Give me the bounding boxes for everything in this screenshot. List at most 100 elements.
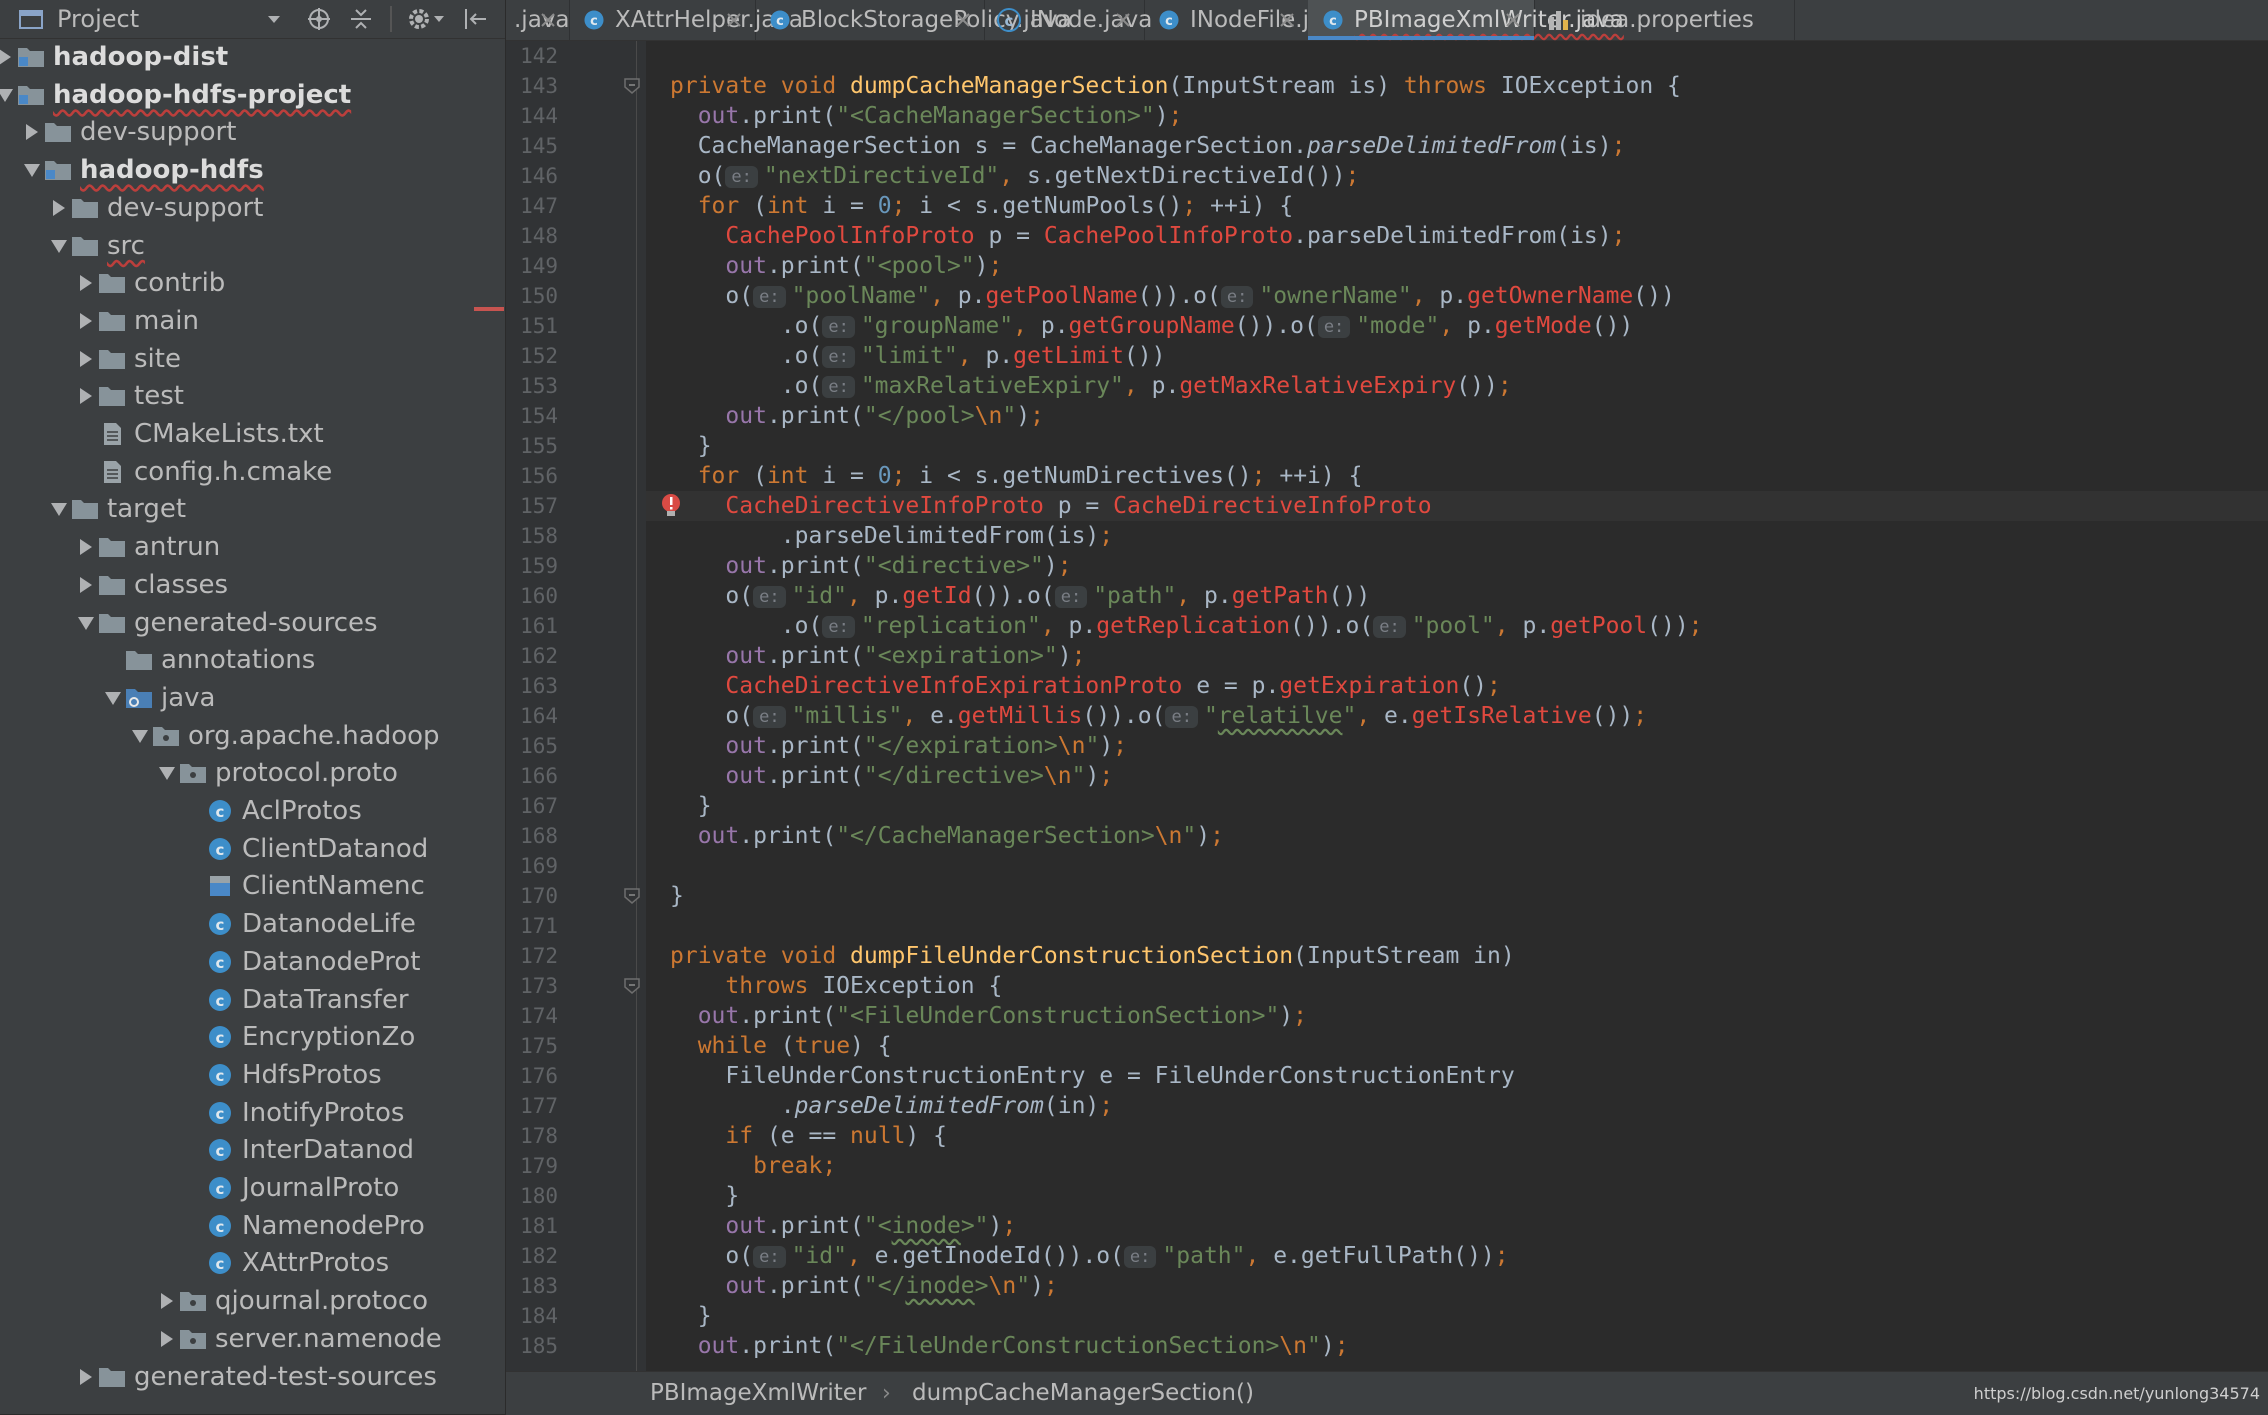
close-icon[interactable] xyxy=(725,11,743,29)
code-line[interactable]: .o(e: "maxRelativeExpiry", p.getMaxRelati… xyxy=(670,371,1512,401)
tree-item[interactable]: c DatanodeLife xyxy=(0,905,505,943)
close-icon[interactable] xyxy=(539,11,557,29)
code-line[interactable]: out.print("<FileUnderConstructionSection… xyxy=(670,1001,1307,1031)
tree-item[interactable]: config.h.cmake xyxy=(0,453,505,491)
collapse-arrow-icon[interactable] xyxy=(77,311,95,331)
code-line[interactable]: private void dumpFileUnderConstructionSe… xyxy=(670,941,1515,971)
code-line[interactable]: out.print("<directive>"); xyxy=(670,551,1071,581)
expand-arrow-icon[interactable] xyxy=(0,85,14,105)
fold-icon[interactable] xyxy=(622,977,642,995)
collapse-arrow-icon[interactable] xyxy=(158,1329,176,1349)
collapse-arrow-icon[interactable] xyxy=(0,47,14,67)
tree-item[interactable]: hadoop-hdfs-project xyxy=(0,76,505,114)
tree-item[interactable]: generated-test-sources xyxy=(0,1358,505,1396)
code-line[interactable]: o(e: "millis", e.getMillis()).o(e: "relati… xyxy=(670,701,1647,731)
code-line[interactable]: o(e: "id", e.getInodeId()).o(e: "path", e.… xyxy=(670,1241,1508,1271)
expand-arrow-icon[interactable] xyxy=(158,763,176,783)
tree-item[interactable]: c InotifyProtos xyxy=(0,1094,505,1132)
code-line[interactable]: } xyxy=(670,431,712,461)
code-line[interactable]: for (int i = 0; i < s.getNumPools(); ++i… xyxy=(670,191,1294,221)
editor-tab[interactable]: c INodeFile.java xyxy=(1144,0,1351,40)
tree-item[interactable]: hadoop-dist xyxy=(0,38,505,76)
code-line[interactable]: CacheManagerSection s = CacheManagerSect… xyxy=(670,131,1626,161)
collapse-arrow-icon[interactable] xyxy=(77,349,95,369)
tree-item[interactable]: generated-sources xyxy=(0,604,505,642)
code-line[interactable]: } xyxy=(670,881,684,911)
tree-item[interactable]: main xyxy=(0,302,505,340)
tree-item[interactable]: server.namenode xyxy=(0,1320,505,1358)
expand-arrow-icon[interactable] xyxy=(77,613,95,633)
expand-arrow-icon[interactable] xyxy=(50,499,68,519)
collapse-arrow-icon[interactable] xyxy=(50,198,68,218)
code-line[interactable]: .o(e: "limit", p.getLimit()) xyxy=(670,341,1166,371)
editor-tab[interactable]: .java xyxy=(496,0,570,40)
code-line[interactable]: out.print("</pool>\n"); xyxy=(670,401,1044,431)
tree-item[interactable]: c JournalProto xyxy=(0,1169,505,1207)
close-icon[interactable] xyxy=(1278,11,1296,29)
code-line[interactable]: CachePoolInfoProto p = CachePoolInfoProt… xyxy=(670,221,1625,251)
tree-item[interactable]: annotations xyxy=(0,641,505,679)
gear-dropdown-arrow-icon[interactable] xyxy=(432,12,446,26)
hide-panel-icon[interactable] xyxy=(462,6,488,32)
editor-tab[interactable]: c XAttrHelper.java xyxy=(569,0,803,40)
code-line[interactable]: out.print("<pool>"); xyxy=(670,251,1002,281)
scroll-from-source-icon[interactable] xyxy=(306,6,332,32)
close-icon[interactable] xyxy=(954,11,972,29)
code-line[interactable]: for (int i = 0; i < s.getNumDirectives()… xyxy=(670,461,1363,491)
code-line[interactable]: out.print("</expiration>\n"); xyxy=(670,731,1127,761)
tree-item[interactable]: antrun xyxy=(0,528,505,566)
code-line[interactable]: throws IOException { xyxy=(670,971,1002,1001)
gear-icon[interactable] xyxy=(406,6,432,32)
code-line[interactable]: while (true) { xyxy=(670,1031,892,1061)
code-line[interactable]: private void dumpCacheManagerSection(Inp… xyxy=(670,71,1681,101)
code-line[interactable]: out.print("</FileUnderConstructionSectio… xyxy=(670,1331,1349,1361)
code-line[interactable]: if (e == null) { xyxy=(670,1121,947,1151)
code-line[interactable]: } xyxy=(670,791,712,821)
tree-item[interactable]: java xyxy=(0,679,505,717)
tree-item[interactable]: CMakeLists.txt xyxy=(0,415,505,453)
collapse-arrow-icon[interactable] xyxy=(77,575,95,595)
code-line[interactable]: } xyxy=(670,1181,739,1211)
collapse-arrow-icon[interactable] xyxy=(77,1367,95,1387)
tree-item[interactable]: contrib xyxy=(0,264,505,302)
dropdown-arrow-icon[interactable] xyxy=(265,10,283,28)
code-line[interactable]: o(e: "nextDirectiveId", s.getNextDirectiv… xyxy=(670,161,1360,191)
expand-arrow-icon[interactable] xyxy=(50,236,68,256)
editor-tab[interactable]: c INode.java xyxy=(984,0,1152,40)
tree-item[interactable]: c XAttrProtos xyxy=(0,1244,505,1282)
code-line[interactable]: FileUnderConstructionEntry e = FileUnder… xyxy=(670,1061,1514,1091)
collapse-arrow-icon[interactable] xyxy=(23,122,41,142)
code-line[interactable]: out.print("<expiration>"); xyxy=(670,641,1085,671)
code-line[interactable]: o(e: "poolName", p.getPoolName()).o(e: "ow… xyxy=(670,281,1674,311)
editor-tab[interactable]: c BlockStoragePolicy.java xyxy=(755,0,1072,40)
tree-item[interactable]: c InterDatanod xyxy=(0,1131,505,1169)
tree-item[interactable]: c AclProtos xyxy=(0,792,505,830)
expand-arrow-icon[interactable] xyxy=(131,726,149,746)
tree-item[interactable]: qjournal.protoco xyxy=(0,1282,505,1320)
code-line[interactable]: CacheDirectiveInfoExpirationProto e = p.… xyxy=(670,671,1500,701)
fold-icon[interactable] xyxy=(622,887,642,905)
collapse-all-icon[interactable] xyxy=(348,6,374,32)
code-line[interactable]: out.print("</inode>\n"); xyxy=(670,1271,1057,1301)
tree-item[interactable]: c DataTransfer xyxy=(0,981,505,1019)
tree-item[interactable]: src xyxy=(0,227,505,265)
collapse-arrow-icon[interactable] xyxy=(77,273,95,293)
breadcrumb-class[interactable]: PBImageXmlWriter xyxy=(650,1372,866,1415)
collapse-arrow-icon[interactable] xyxy=(158,1291,176,1311)
code-line[interactable]: } xyxy=(670,1301,712,1331)
fold-icon[interactable] xyxy=(622,77,642,95)
breadcrumb-method[interactable]: dumpCacheManagerSection() xyxy=(912,1372,1254,1415)
tree-item[interactable]: c DatanodeProt xyxy=(0,943,505,981)
tree-item[interactable]: c NamenodePro xyxy=(0,1207,505,1245)
collapse-arrow-icon[interactable] xyxy=(77,386,95,406)
tree-item[interactable]: target xyxy=(0,490,505,528)
editor-tab[interactable]: idea.properties xyxy=(1534,0,1795,40)
tree-item[interactable]: c HdfsProtos xyxy=(0,1056,505,1094)
code-line[interactable]: o(e: "id", p.getId()).o(e: "path", p.getPa… xyxy=(670,581,1370,611)
tree-item[interactable]: c EncryptionZo xyxy=(0,1018,505,1056)
code-line[interactable]: .parseDelimitedFrom(is); xyxy=(670,521,1113,551)
code-line[interactable]: out.print("</CacheManagerSection>\n"); xyxy=(670,821,1224,851)
tree-item[interactable]: test xyxy=(0,377,505,415)
code-line[interactable]: .parseDelimitedFrom(in); xyxy=(670,1091,1113,1121)
tree-item[interactable]: org.apache.hadoop xyxy=(0,717,505,755)
